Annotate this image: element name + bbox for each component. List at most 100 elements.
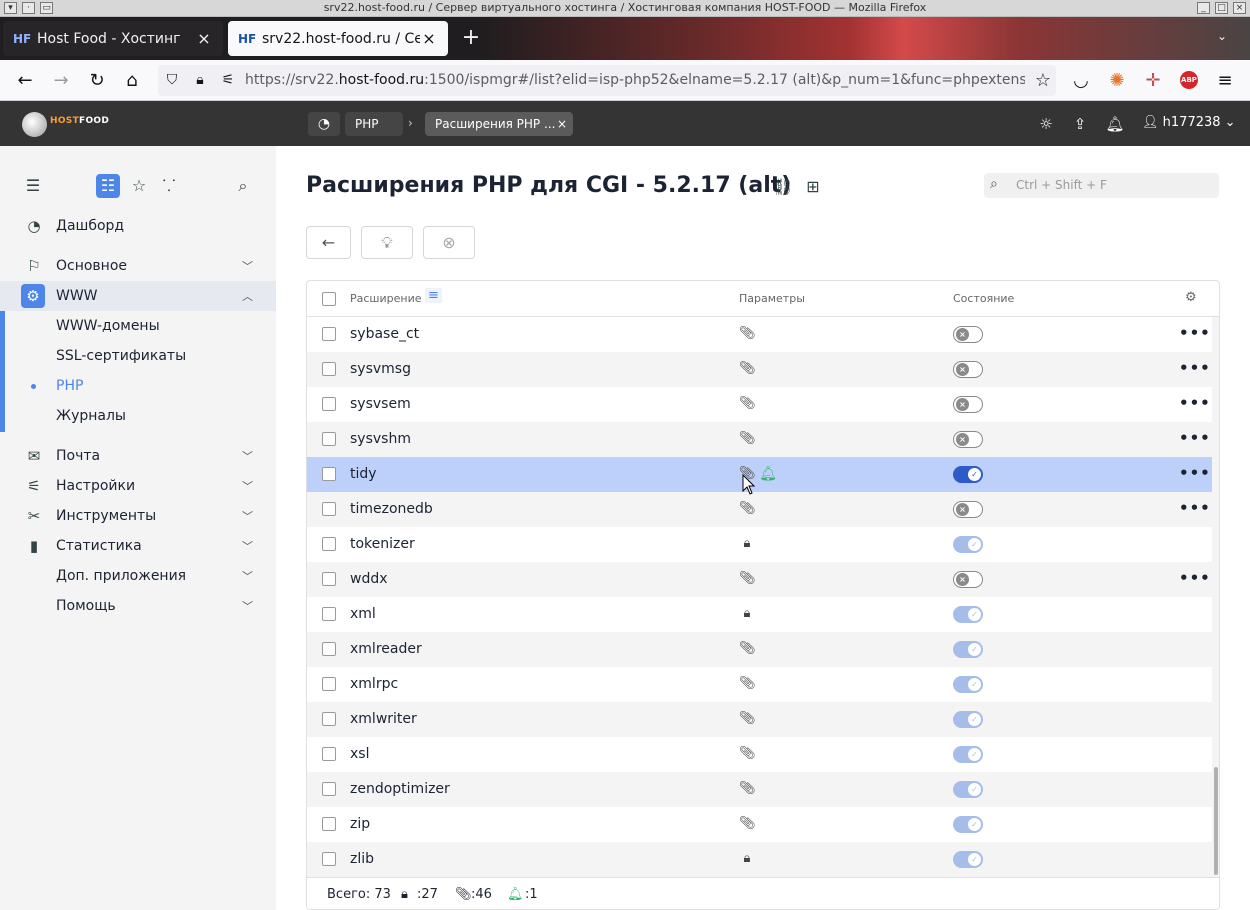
more-options-icon[interactable]: ••• — [1179, 394, 1211, 412]
row-checkbox[interactable] — [322, 467, 336, 481]
state-toggle[interactable]: × — [953, 326, 983, 343]
row-checkbox[interactable] — [322, 607, 336, 621]
row-checkbox[interactable] — [322, 397, 336, 411]
table-row[interactable]: sysvshm 📎︎ × ••• — [307, 422, 1212, 457]
sidebar-item-tools[interactable]: ✂ Инструменты ﹀ — [0, 501, 276, 531]
search-icon[interactable]: ⌕ — [231, 174, 255, 198]
list-all-tabs-chevron-icon[interactable]: ⌄ — [1217, 29, 1227, 43]
upload-icon[interactable]: ⇪ — [1070, 114, 1090, 134]
paperclip-icon[interactable]: 📎︎ — [739, 396, 756, 412]
sidebar-item-logs[interactable]: Журналы — [0, 401, 276, 431]
paperclip-icon[interactable]: 📎︎ — [739, 431, 756, 447]
state-toggle[interactable]: × — [953, 431, 983, 448]
state-toggle[interactable]: × — [953, 571, 983, 588]
table-row[interactable]: tokenizer 🔒︎ ✓ — [307, 527, 1212, 562]
bookmark-add-icon[interactable]: ⊞ — [803, 177, 823, 197]
paperclip-icon[interactable]: 📎︎ — [739, 711, 756, 727]
tab-hostfood[interactable]: HF Host Food - Хостинг × — [3, 21, 223, 56]
search-input[interactable]: ⌕ Ctrl + Shift + F — [984, 173, 1219, 198]
sidebar-item-stats[interactable]: ▮ Статистика ﹀ — [0, 531, 276, 561]
more-options-icon[interactable]: ••• — [1179, 324, 1211, 342]
table-row[interactable]: zendoptimizer 📎︎ ✓ — [307, 772, 1212, 807]
reload-icon[interactable]: ↻ — [84, 68, 110, 94]
paperclip-icon[interactable]: 📎︎ — [739, 676, 756, 692]
adblock-icon[interactable]: ABP — [1180, 71, 1198, 89]
row-checkbox[interactable] — [322, 432, 336, 446]
row-checkbox[interactable] — [322, 572, 336, 586]
sidebar-item-www-domains[interactable]: WWW-домены — [0, 311, 276, 341]
state-toggle[interactable]: ✓ — [953, 466, 983, 483]
close-icon[interactable]: × — [195, 29, 213, 48]
paperclip-icon[interactable]: 📎︎ — [739, 816, 756, 832]
hostfood-logo-icon[interactable] — [22, 112, 47, 137]
close-icon[interactable]: × — [557, 112, 567, 136]
row-checkbox[interactable] — [322, 327, 336, 341]
bookmark-star-icon[interactable]: ☆ — [1030, 68, 1056, 94]
state-toggle[interactable]: × — [953, 501, 983, 518]
back-icon[interactable]: ← — [12, 68, 38, 94]
favorites-star-icon[interactable]: ☆ — [127, 174, 151, 198]
row-checkbox[interactable] — [322, 677, 336, 691]
dashboard-crumb-icon[interactable]: ◔ — [308, 112, 340, 136]
table-row[interactable]: zip 📎︎ ✓ — [307, 807, 1212, 842]
url-text[interactable]: https://srv22.host-food.ru:1500/ispmgr#/… — [245, 72, 1025, 88]
breadcrumb-php-extensions[interactable]: Расширения PHP ... × — [425, 112, 573, 136]
more-options-icon[interactable]: ••• — [1179, 359, 1211, 377]
window-close-icon[interactable]: × — [1233, 2, 1246, 14]
breadcrumb-php[interactable]: PHP — [345, 112, 403, 136]
minimize-icon[interactable]: _ — [1197, 2, 1210, 14]
disable-button[interactable]: ⊗ — [423, 226, 475, 259]
column-params[interactable]: Параметры — [739, 292, 805, 305]
home-icon[interactable]: ⌂ — [119, 68, 145, 94]
sidebar-item-www[interactable]: ⚙ WWW ︿ — [0, 281, 276, 311]
sidebar-item-apps[interactable]: Доп. приложения ﹀ — [0, 561, 276, 591]
row-checkbox[interactable] — [322, 712, 336, 726]
new-tab-plus-icon[interactable]: + — [458, 25, 484, 50]
column-extension[interactable]: Расширение — [350, 292, 422, 305]
row-checkbox[interactable] — [322, 782, 336, 796]
row-checkbox[interactable] — [322, 502, 336, 516]
sort-icon[interactable]: ≡ — [425, 288, 442, 303]
table-row[interactable]: sysvmsg 📎︎ × ••• — [307, 352, 1212, 387]
menu-icon[interactable]: ≡ — [1212, 68, 1238, 94]
row-checkbox[interactable] — [322, 852, 336, 866]
extension-fox-icon[interactable]: ✺ — [1104, 68, 1130, 94]
more-options-icon[interactable]: ••• — [1179, 569, 1211, 587]
maximize-icon[interactable]: □ — [1215, 2, 1228, 14]
hamburger-menu-icon[interactable]: ☰ — [21, 174, 45, 198]
state-toggle[interactable]: × — [953, 361, 983, 378]
url-bar[interactable]: ⛉ 🔒︎ ⚟ https://srv22.host-food.ru:1500/i… — [158, 65, 1056, 96]
table-row[interactable]: timezonedb 📎︎ × ••• — [307, 492, 1212, 527]
table-row[interactable]: wddx 📎︎ × ••• — [307, 562, 1212, 597]
paperclip-icon[interactable]: 📎︎ — [739, 361, 756, 377]
sidebar-item-mail[interactable]: ✉ Почта ﹀ — [0, 441, 276, 471]
row-checkbox[interactable] — [322, 362, 336, 376]
table-row[interactable]: sysvsem 📎︎ × ••• — [307, 387, 1212, 422]
sidebar-item-ssl[interactable]: SSL-сертификаты — [0, 341, 276, 371]
table-settings-gear-icon[interactable]: ⚙ — [1185, 290, 1197, 305]
shield-icon[interactable]: ⛉ — [162, 70, 182, 90]
more-options-icon[interactable]: ••• — [1179, 429, 1211, 447]
list-view-icon[interactable]: ☷ — [96, 174, 120, 198]
sidebar-item-dashboard[interactable]: ◔ Дашборд — [0, 211, 276, 241]
paperclip-icon[interactable]: 📎︎ — [739, 571, 756, 587]
paperclip-icon[interactable]: 📎︎ — [739, 641, 756, 657]
tab-srv22[interactable]: HF srv22.host-food.ru / Серве × — [228, 21, 448, 56]
paperclip-icon[interactable]: 📎︎ — [739, 501, 756, 517]
more-options-icon[interactable]: ••• — [1179, 464, 1211, 482]
forward-icon[interactable]: → — [48, 68, 74, 94]
user-menu[interactable]: 👤︎ h177238 ⌄ — [1142, 115, 1236, 130]
table-row[interactable]: zlib 🔒︎ ✓ — [307, 842, 1212, 877]
extension-tool-icon[interactable]: ✛ — [1140, 68, 1166, 94]
close-icon[interactable]: × — [420, 29, 438, 48]
select-all-checkbox[interactable] — [322, 292, 336, 306]
pocket-icon[interactable]: ◡ — [1068, 68, 1094, 94]
sidebar-item-main[interactable]: ⚐ Основное ﹀ — [0, 251, 276, 281]
paperclip-icon[interactable]: 📎︎ — [739, 746, 756, 762]
lock-icon[interactable]: 🔒︎ — [190, 70, 210, 90]
sidebar-item-settings[interactable]: ⚟ Настройки ﹀ — [0, 471, 276, 501]
row-checkbox[interactable] — [322, 642, 336, 656]
back-button[interactable]: ← — [306, 226, 351, 259]
enable-button[interactable]: 💡︎ — [361, 226, 413, 259]
paperclip-icon[interactable]: 📎︎ — [739, 781, 756, 797]
